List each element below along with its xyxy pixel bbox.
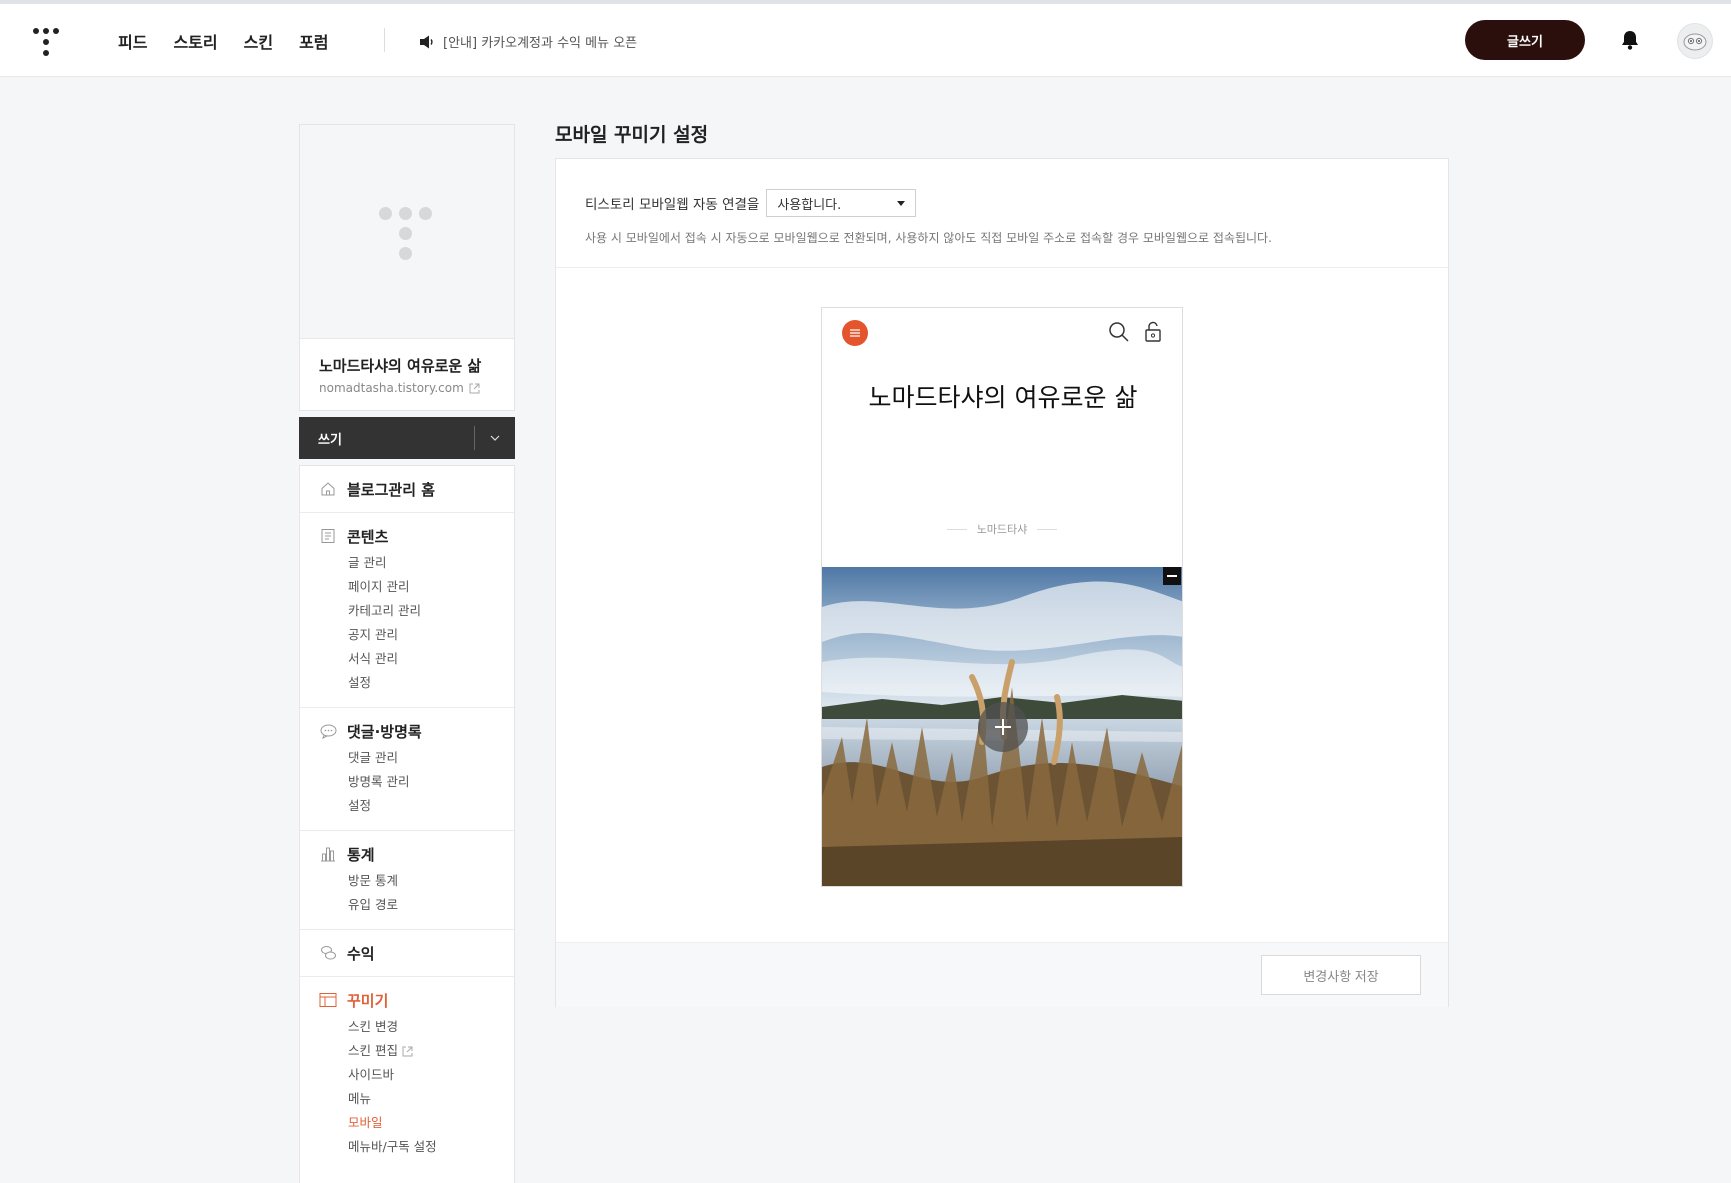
menu-group-comments: 댓글·방명록 댓글 관리 방명록 관리 설정 [300, 708, 514, 831]
menu-blog-home[interactable]: 블로그관리 홈 [300, 478, 514, 500]
menu-group-contents: 콘텐츠 글 관리 페이지 관리 카테고리 관리 공지 관리 서식 관리 설정 [300, 513, 514, 708]
coin-icon [319, 944, 337, 962]
author-rule-left [946, 528, 967, 530]
panel-divider [556, 267, 1448, 268]
submenu-item-skin-edit[interactable]: 스킨 편집 [300, 1039, 514, 1063]
page-title: 모바일 꾸미기 설정 [555, 124, 709, 146]
write-post-button[interactable]: 글쓰기 [1465, 20, 1585, 60]
chevron-down-icon [490, 435, 500, 441]
setting-description: 사용 시 모바일에서 접속 시 자동으로 모바일웹으로 전환되며, 사용하지 않… [585, 231, 1272, 245]
write-dropdown-bar: 쓰기 [299, 417, 515, 459]
menu-title-label: 블로그관리 홈 [347, 480, 436, 499]
search-icon[interactable] [1108, 321, 1130, 343]
header-divider [384, 28, 385, 52]
menu-stats[interactable]: 통계 [300, 843, 514, 865]
submenu-item[interactable]: 글 관리 [300, 551, 514, 575]
setting-label: 티스토리 모바일웹 자동 연결을 [585, 197, 760, 213]
submenu-item[interactable]: 페이지 관리 [300, 575, 514, 599]
preview-author-line: 노마드타샤 [822, 521, 1182, 537]
submenu-item[interactable]: 유입 경로 [300, 893, 514, 917]
submenu-item[interactable]: 방문 통계 [300, 869, 514, 893]
admin-sidebar-menu: 블로그관리 홈 콘텐츠 글 관리 페이지 관리 카테고리 관리 공지 관리 서식… [299, 465, 515, 1183]
preview-menu-button[interactable] [842, 320, 868, 346]
submenu-item[interactable]: 방명록 관리 [300, 770, 514, 794]
submenu-item[interactable]: 댓글 관리 [300, 746, 514, 770]
write-dropdown-toggle[interactable] [475, 435, 515, 441]
submenu-item[interactable]: 사이드바 [300, 1063, 514, 1087]
nav-story[interactable]: 스토리 [173, 29, 217, 53]
menu-title-label: 통계 [347, 845, 375, 864]
blog-name[interactable]: 노마드타샤의 여유로운 삶 [319, 355, 481, 376]
save-changes-button[interactable]: 변경사항 저장 [1261, 955, 1421, 995]
nav-skin[interactable]: 스킨 [244, 29, 273, 53]
menu-title-label: 수익 [347, 944, 375, 963]
document-icon [319, 527, 337, 545]
submenu-contents: 글 관리 페이지 관리 카테고리 관리 공지 관리 서식 관리 설정 [300, 551, 514, 695]
select-value: 사용합니다. [777, 197, 842, 213]
submenu-comments: 댓글 관리 방명록 관리 설정 [300, 746, 514, 818]
submenu-item[interactable]: 메뉴바/구독 설정 [300, 1135, 514, 1159]
mobile-settings-panel: 티스토리 모바일웹 자동 연결을 사용합니다. 사용 시 모바일에서 접속 시 … [555, 158, 1449, 1007]
preview-cover-image[interactable] [822, 567, 1182, 886]
chart-icon [319, 845, 337, 863]
avatar-face-icon [1683, 33, 1707, 51]
menu-group-revenue: 수익 [300, 930, 514, 977]
panel-footer: 변경사항 저장 [556, 942, 1448, 1007]
mobile-autolink-setting: 티스토리 모바일웹 자동 연결을 사용합니다. [585, 189, 917, 217]
layout-icon [319, 991, 337, 1009]
submenu-item[interactable]: 설정 [300, 794, 514, 818]
menu-group-home: 블로그관리 홈 [300, 466, 514, 513]
notice-text: [안내] 카카오계정과 수익 메뉴 오픈 [443, 36, 638, 51]
blog-profile-image[interactable] [300, 125, 514, 339]
plus-icon [995, 719, 1011, 735]
submenu-item-active[interactable]: 모바일 [300, 1111, 514, 1135]
bell-icon[interactable] [1619, 29, 1641, 51]
submenu-item[interactable]: 공지 관리 [300, 623, 514, 647]
submenu-item[interactable]: 카테고리 관리 [300, 599, 514, 623]
menu-title-label: 콘텐츠 [347, 527, 389, 546]
nav-forum[interactable]: 포럼 [299, 29, 328, 53]
write-button[interactable]: 쓰기 [299, 429, 474, 448]
external-link-icon [402, 1046, 413, 1056]
menu-contents[interactable]: 콘텐츠 [300, 525, 514, 547]
menu-title-label: 댓글·방명록 [347, 722, 422, 741]
comment-icon [319, 722, 337, 740]
home-icon [319, 480, 337, 498]
global-header: 피드 스토리 스킨 포럼 [안내] 카카오계정과 수익 메뉴 오픈 글쓰기 [0, 4, 1731, 77]
notice-banner[interactable]: [안내] 카카오계정과 수익 메뉴 오픈 [419, 32, 637, 51]
blog-url-text: nomadtasha.tistory.com [319, 381, 464, 395]
submenu-item[interactable]: 메뉴 [300, 1087, 514, 1111]
preview-author: 노마드타샤 [976, 523, 1028, 536]
user-avatar[interactable] [1677, 23, 1713, 59]
mobile-preview: 노마드타샤의 여유로운 삶 노마드타샤 [821, 307, 1183, 887]
lock-icon[interactable] [1144, 321, 1162, 343]
speaker-icon [420, 35, 433, 48]
add-cover-button[interactable] [978, 702, 1028, 752]
author-rule-right [1037, 528, 1058, 530]
blog-url-link[interactable]: nomadtasha.tistory.com [319, 381, 480, 395]
minus-icon [1167, 575, 1177, 577]
collapse-cover-button[interactable] [1163, 567, 1181, 585]
caret-down-icon [897, 200, 906, 206]
menu-title-label: 꾸미기 [347, 991, 389, 1010]
submenu-stats: 방문 통계 유입 경로 [300, 869, 514, 917]
tistory-logo[interactable] [33, 28, 59, 58]
menu-decorate[interactable]: 꾸미기 [300, 989, 514, 1011]
submenu-item[interactable]: 설정 [300, 671, 514, 695]
mobile-autolink-select[interactable]: 사용합니다. [766, 189, 917, 217]
menu-group-decorate: 꾸미기 스킨 변경 스킨 편집 사이드바 메뉴 모바일 메뉴바/구독 설정 [300, 977, 514, 1171]
menu-comments[interactable]: 댓글·방명록 [300, 720, 514, 742]
submenu-decorate: 스킨 변경 스킨 편집 사이드바 메뉴 모바일 메뉴바/구독 설정 [300, 1015, 514, 1159]
blog-profile-card: 노마드타샤의 여유로운 삶 nomadtasha.tistory.com [299, 124, 515, 411]
hamburger-icon [850, 329, 860, 337]
submenu-item-label: 스킨 편집 [348, 1043, 398, 1058]
menu-group-stats: 통계 방문 통계 유입 경로 [300, 831, 514, 930]
global-nav: 피드 스토리 스킨 포럼 [118, 29, 329, 53]
external-link-icon [469, 383, 480, 393]
submenu-item[interactable]: 스킨 변경 [300, 1015, 514, 1039]
menu-revenue[interactable]: 수익 [300, 942, 514, 964]
nav-feed[interactable]: 피드 [118, 29, 147, 53]
preview-blog-title: 노마드타샤의 여유로운 삶 [868, 383, 1138, 412]
submenu-item[interactable]: 서식 관리 [300, 647, 514, 671]
